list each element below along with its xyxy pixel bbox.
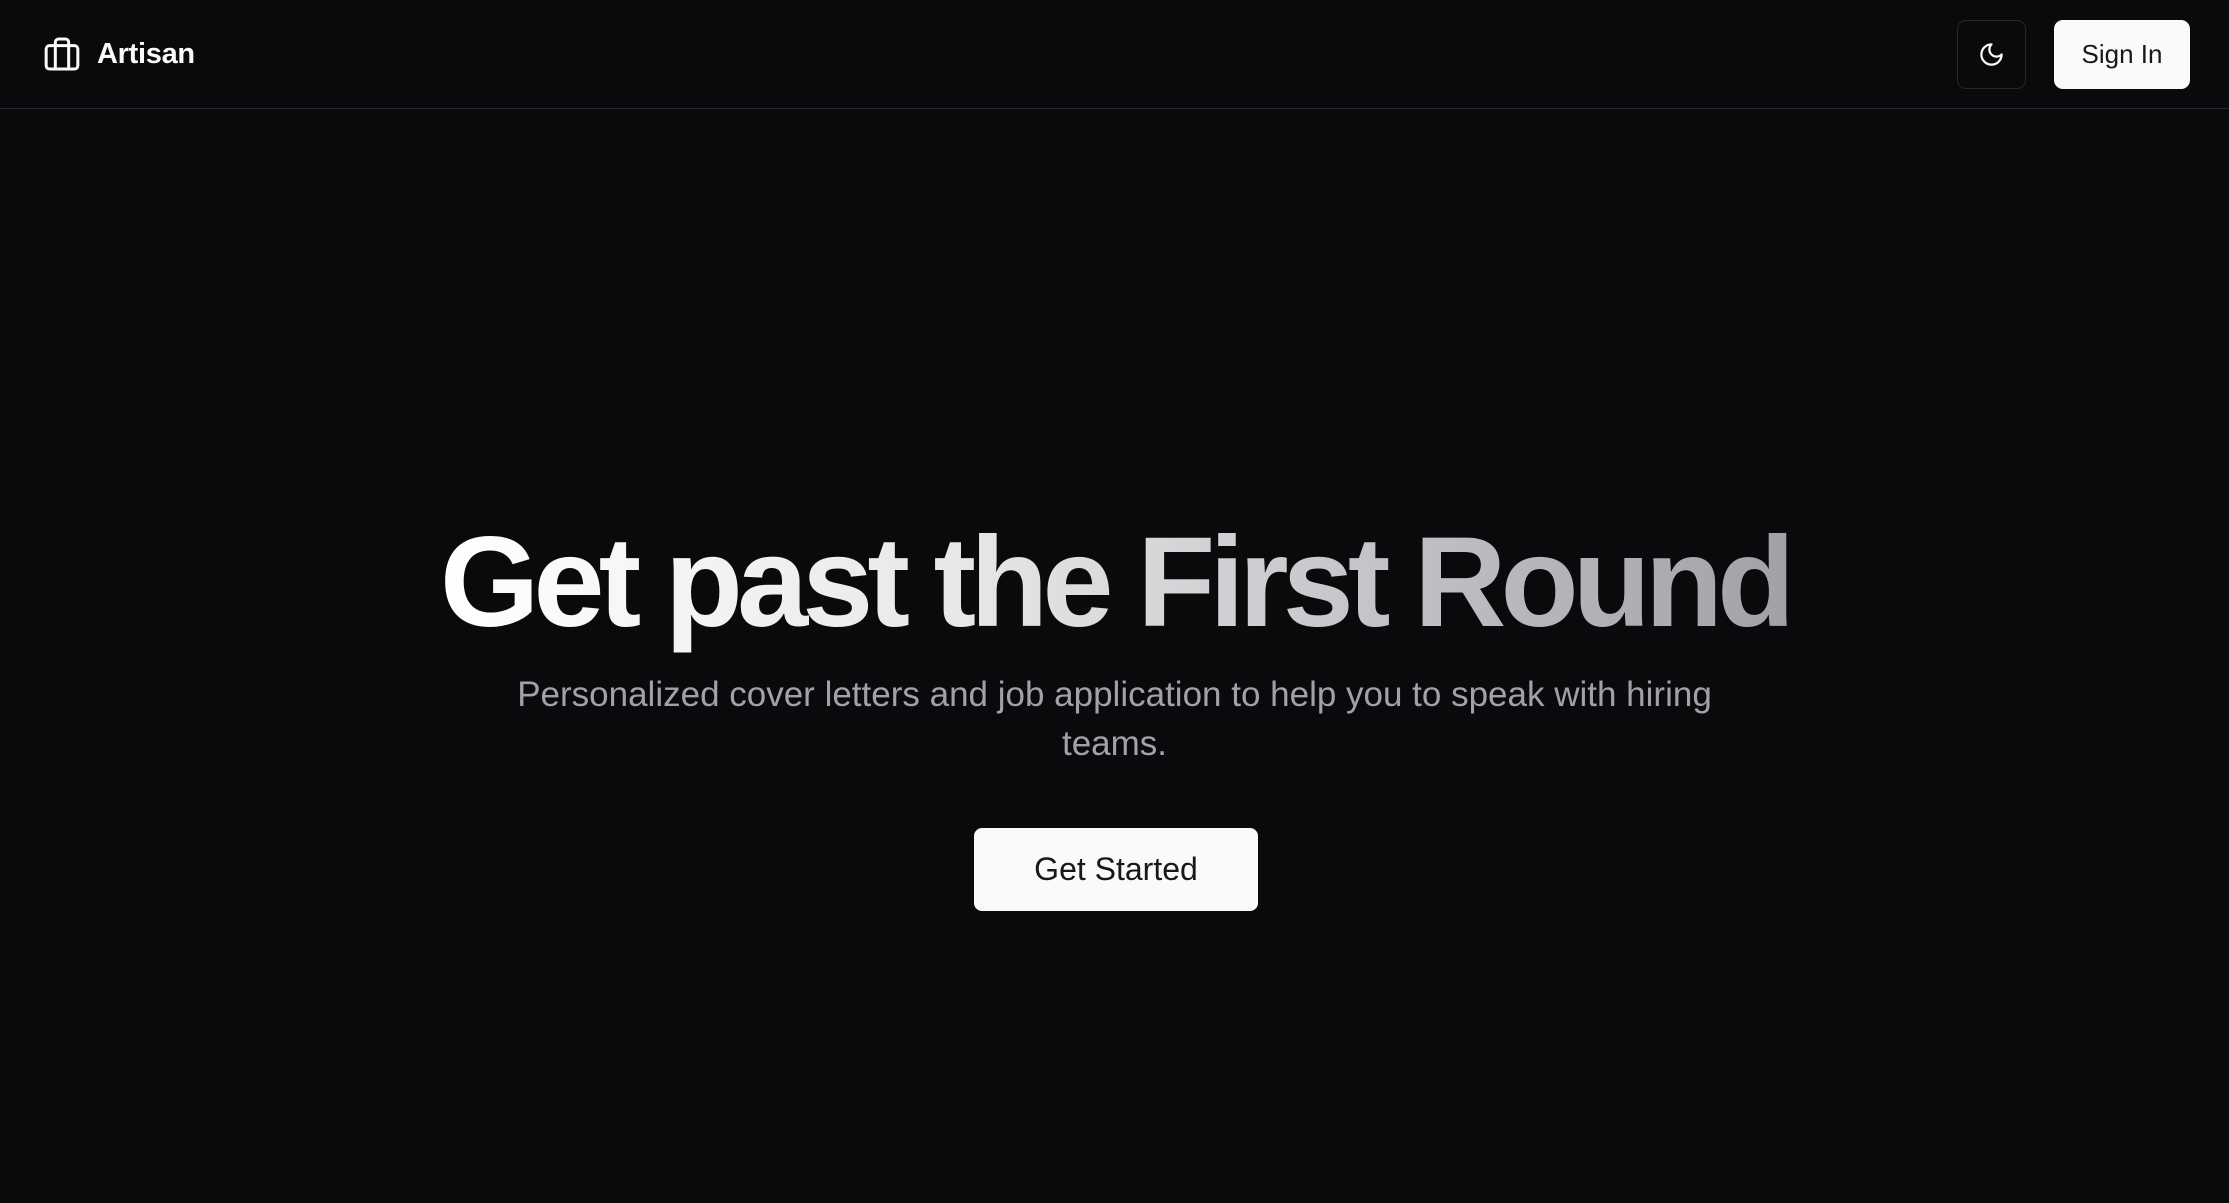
hero-title: Get past the First Round [440, 500, 1795, 666]
get-started-button[interactable]: Get Started [974, 828, 1258, 911]
top-navbar: Artisan Sign In [0, 0, 2229, 109]
sign-in-button[interactable]: Sign In [2054, 20, 2190, 89]
hero-subtitle: Personalized cover letters and job appli… [517, 675, 1712, 763]
brand-name: Artisan [97, 37, 195, 70]
moon-icon [1980, 43, 2003, 66]
hero-section: Get past the First Round Personalized co… [0, 500, 2229, 768]
briefcase-icon [44, 37, 80, 71]
brand[interactable]: Artisan [42, 33, 195, 75]
theme-toggle-button[interactable] [1957, 20, 2026, 89]
